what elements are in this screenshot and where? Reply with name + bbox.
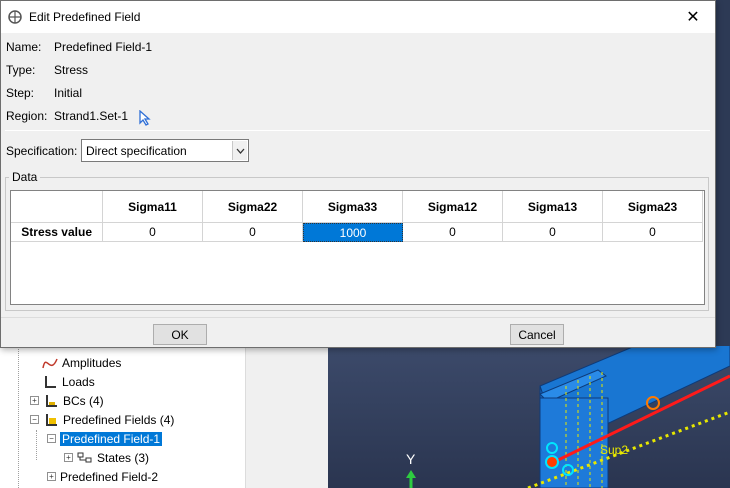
tree-item-states[interactable]: + States (3): [64, 449, 149, 466]
dialog-titlebar[interactable]: Edit Predefined Field ✕: [1, 1, 715, 33]
tree-item-predefined-field-2[interactable]: + Predefined Field-2: [47, 468, 158, 485]
expand-icon[interactable]: +: [30, 396, 39, 405]
close-button[interactable]: ✕: [671, 1, 715, 33]
column-header-sigma33: Sigma33: [303, 191, 403, 223]
bc-icon: [43, 393, 59, 409]
support-label: Sup2: [600, 443, 628, 457]
column-header-sigma22: Sigma22: [203, 191, 303, 223]
cancel-button[interactable]: Cancel: [510, 324, 564, 345]
type-value: Stress: [54, 63, 89, 77]
predefined-field-icon: [43, 412, 59, 428]
specification-label: Specification:: [6, 144, 78, 158]
tree-item-predefined-field-1[interactable]: − Predefined Field-1: [47, 430, 163, 447]
name-key: Name:: [6, 40, 42, 54]
separator: [5, 130, 710, 131]
chevron-down-icon: [232, 141, 247, 160]
tree-item-amplitudes[interactable]: Amplitudes: [42, 354, 121, 371]
step-key: Step:: [6, 86, 35, 100]
tree-item-label: States (3): [97, 450, 150, 465]
region-value: Strand1.Set-1: [54, 109, 129, 123]
background-viewport-edge: [716, 0, 730, 360]
table-corner-cell: [11, 191, 103, 223]
specification-select[interactable]: Direct specification: [81, 139, 249, 162]
cell-sigma33[interactable]: 1000: [303, 223, 403, 242]
type-key: Type:: [6, 63, 36, 77]
cell-sigma12[interactable]: 0: [403, 223, 503, 242]
tree-item-label: Loads: [62, 374, 95, 389]
tree-item-loads[interactable]: Loads: [42, 373, 95, 390]
abaqus-app-icon: [7, 9, 23, 25]
cell-sigma11[interactable]: 0: [103, 223, 203, 242]
tree-item-bcs[interactable]: + BCs (4): [30, 392, 104, 409]
specification-value: Direct specification: [86, 143, 187, 158]
edit-predefined-field-dialog: Edit Predefined Field ✕ Name: Predefined…: [0, 0, 716, 348]
cursor-arrow-icon: [139, 109, 151, 126]
graphics-viewport[interactable]: Y Sup2: [328, 346, 730, 488]
column-header-sigma12: Sigma12: [403, 191, 503, 223]
info-row-region: Region: Strand1.Set-1: [6, 109, 152, 129]
tree-item-label: Predefined Fields (4): [63, 412, 175, 427]
name-value: Predefined Field-1: [54, 40, 153, 54]
column-header-sigma11: Sigma11: [103, 191, 203, 223]
tree-guide-line: [36, 430, 37, 460]
model-tree: Amplitudes Loads + BCs (4) − Predefined …: [0, 346, 262, 488]
collapse-icon[interactable]: −: [47, 434, 56, 443]
region-key: Region:: [6, 109, 48, 123]
stress-table: Sigma11 Sigma22 Sigma33 Sigma12 Sigma13 …: [10, 190, 705, 305]
amplitude-icon: [42, 355, 58, 371]
tree-scrollbar[interactable]: [245, 346, 262, 488]
beam-model-render: Y Sup2: [406, 346, 730, 488]
column-header-sigma23: Sigma23: [603, 191, 703, 223]
tree-item-predefined-fields[interactable]: − Predefined Fields (4): [30, 411, 174, 428]
info-row-type: Type: Stress: [6, 63, 88, 77]
info-row-name: Name: Predefined Field-1: [6, 40, 152, 54]
collapse-icon[interactable]: −: [30, 415, 39, 424]
expand-icon[interactable]: +: [47, 472, 56, 481]
cell-sigma22[interactable]: 0: [203, 223, 303, 242]
tree-item-label: Predefined Field-1: [60, 431, 163, 446]
cell-sigma13[interactable]: 0: [503, 223, 603, 242]
dialog-title: Edit Predefined Field: [29, 10, 141, 24]
states-icon: [77, 450, 93, 466]
data-group-title: Data: [9, 170, 41, 184]
tree-item-label: Amplitudes: [62, 355, 122, 370]
background-panel: [262, 346, 328, 488]
close-icon: ✕: [686, 9, 700, 26]
tree-item-label: BCs (4): [63, 393, 104, 408]
load-icon: [42, 374, 58, 390]
expand-icon[interactable]: +: [64, 453, 73, 462]
column-header-sigma13: Sigma13: [503, 191, 603, 223]
dialog-footer: OK Cancel: [1, 317, 715, 347]
ok-button[interactable]: OK: [153, 324, 207, 345]
row-header-stress-value: Stress value: [11, 223, 103, 242]
select-region-button[interactable]: [138, 109, 152, 129]
info-row-step: Step: Initial: [6, 86, 82, 100]
cell-sigma23[interactable]: 0: [603, 223, 703, 242]
tree-item-label: Predefined Field-2: [60, 469, 159, 484]
step-value: Initial: [54, 86, 83, 100]
tree-guide-line: [18, 346, 19, 488]
axis-y-label: Y: [406, 451, 416, 467]
